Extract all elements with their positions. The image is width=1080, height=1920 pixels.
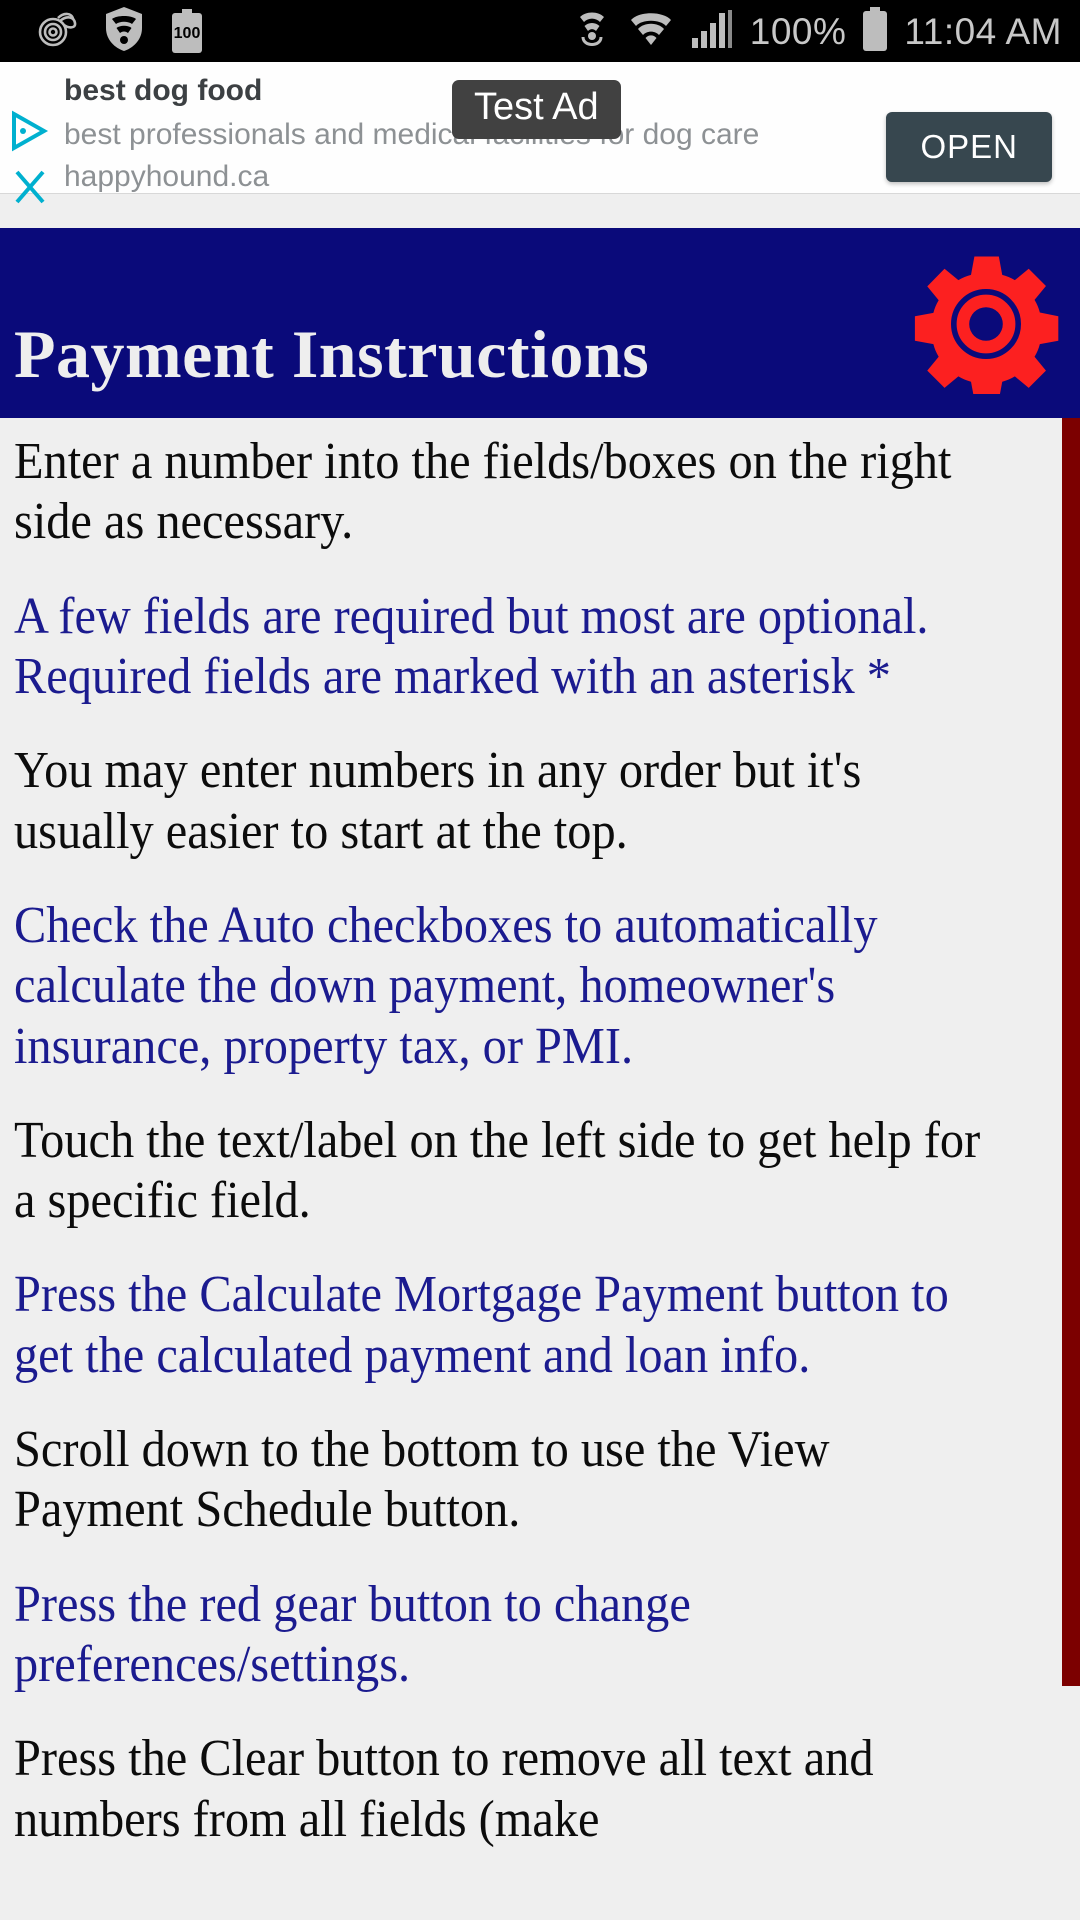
instruction-paragraph: Check the Auto checkboxes to automatical… — [14, 896, 878, 1075]
status-bar-right-icons: 100% 11:04 AM — [572, 6, 1062, 56]
instruction-paragraph: A few fields are required but most are o… — [14, 587, 929, 705]
ad-title: best dog food — [64, 74, 263, 107]
cellular-signal-icon — [690, 8, 734, 55]
battery-percent-label: 100% — [749, 10, 847, 52]
nfc-icon — [572, 7, 612, 56]
instruction-paragraph: Scroll down to the bottom to use the Vie… — [14, 1421, 830, 1539]
instruction-paragraph: Enter a number into the fields/boxes on … — [14, 433, 952, 551]
settings-gear-button[interactable] — [912, 254, 1060, 401]
gear-icon — [912, 256, 1060, 401]
instruction-paragraph: Press the Calculate Mortgage Payment but… — [14, 1266, 949, 1384]
instruction-paragraph: Press the red gear button to change pref… — [14, 1575, 691, 1693]
instruction-paragraph: You may enter numbers in any order but i… — [14, 742, 862, 860]
wifi-icon — [628, 8, 674, 55]
battery-saver-icon: 100 — [170, 9, 204, 53]
ad-url: happyhound.ca — [64, 160, 270, 193]
close-x-icon[interactable] — [8, 167, 64, 212]
battery-icon — [862, 6, 888, 56]
content-scrollbar[interactable] — [1062, 418, 1080, 1920]
instructions-content: Enter a number into the fields/boxes on … — [0, 418, 1080, 1920]
status-bar-left-icons: 100 — [34, 6, 204, 57]
scrollbar-thumb[interactable] — [1062, 418, 1080, 1686]
instruction-paragraph: Touch the text/label on the left side to… — [14, 1111, 981, 1230]
page-title: Payment Instructions — [14, 316, 650, 392]
clock-label: 11:04 AM — [904, 10, 1062, 52]
ad-banner-icons — [8, 110, 64, 212]
ad-open-button[interactable]: OPEN — [886, 112, 1052, 182]
shield-wifi-icon — [104, 6, 144, 57]
android-status-bar: 100 100% 11:04 AM — [0, 0, 1080, 62]
page-header: Payment Instructions — [0, 228, 1080, 418]
instruction-paragraph: Press the Clear button to remove all tex… — [14, 1730, 874, 1848]
battery-saver-label: 100 — [173, 25, 201, 42]
test-ad-badge: Test Ad — [452, 80, 621, 139]
app-root: 100 100% 11:04 AM best dog food best pro… — [0, 0, 1080, 1920]
swirl-logo-icon — [34, 7, 78, 56]
ad-description: best professionals and medical facilitie… — [64, 118, 760, 151]
ad-triangle-icon[interactable] — [8, 110, 64, 157]
